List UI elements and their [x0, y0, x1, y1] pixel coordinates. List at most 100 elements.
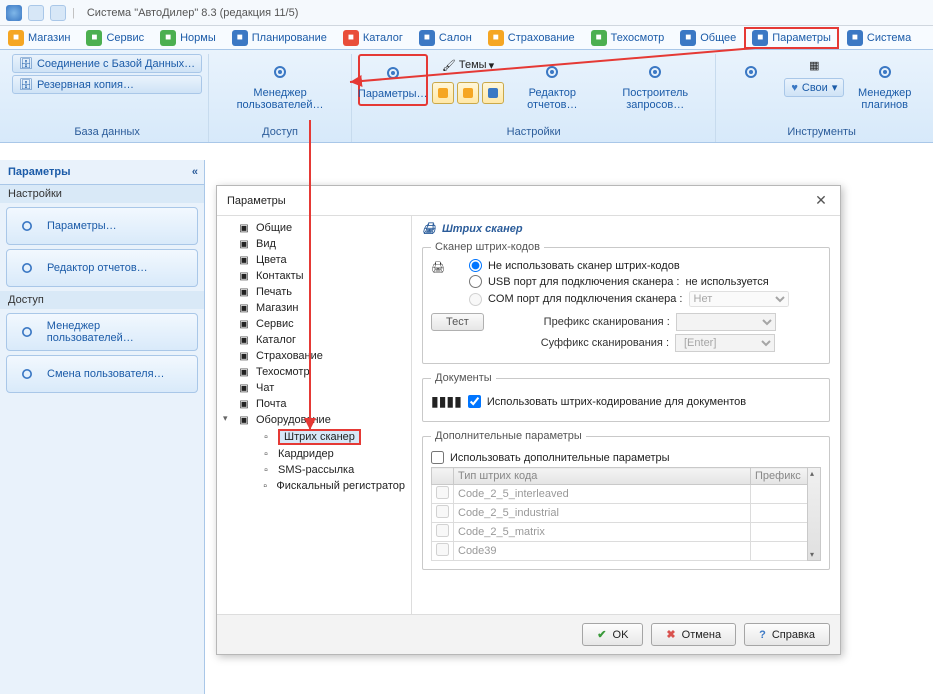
ribbon-group-label: Инструменты: [787, 124, 856, 142]
app-title: Система "АвтоДилер" 8.3 (редакция 11/5): [87, 7, 299, 19]
gear-icon: [15, 256, 39, 280]
qat-icon-2[interactable]: [50, 5, 66, 21]
close-icon[interactable]: ✕: [812, 192, 830, 209]
tree-item[interactable]: ▫SMS-рассылка: [219, 462, 409, 478]
table-row: Code_2_5_industrial: [432, 504, 821, 523]
row-checkbox[interactable]: [436, 543, 449, 556]
qat-icon-1[interactable]: [28, 5, 44, 21]
chevron-down-icon: ▾: [489, 59, 495, 72]
tree-item[interactable]: ▣Вид: [219, 236, 409, 252]
ribbon-smallbtn[interactable]: 🗄Соединение с Базой Данных…: [12, 54, 202, 73]
tab-планирование[interactable]: ■Планирование: [224, 27, 335, 49]
ribbon-btn[interactable]: Параметры…: [358, 54, 428, 106]
tab-icon: ■: [488, 30, 504, 46]
tree-icon: ▣: [237, 365, 251, 379]
tab-label: Техосмотр: [611, 32, 665, 44]
ribbon-btn[interactable]: Менеджер плагинов: [848, 54, 921, 116]
scanner-radio[interactable]: [469, 293, 482, 306]
tree-item[interactable]: ▫Фискальный регистратор: [219, 478, 409, 494]
gear-icon: [15, 214, 39, 238]
calc-icon[interactable]: ▦: [784, 54, 844, 76]
tree-icon: ▣: [237, 237, 251, 251]
tab-label: Каталог: [363, 32, 403, 44]
tree-item[interactable]: ▣Печать: [219, 284, 409, 300]
tab-страхование[interactable]: ■Страхование: [480, 27, 583, 49]
tree-icon: ▫: [259, 447, 273, 461]
tab-салон[interactable]: ■Салон: [411, 27, 480, 49]
tree-item[interactable]: ▣Контакты: [219, 268, 409, 284]
col-type: Тип штрих кода: [454, 468, 751, 485]
cancel-button[interactable]: ✖Отмена: [651, 623, 736, 646]
tab-параметры[interactable]: ■ Параметры: [744, 27, 839, 49]
tree-item[interactable]: ▫Штрих сканер: [219, 428, 409, 446]
tree-item[interactable]: ▣Общие: [219, 220, 409, 236]
documents-fieldset: Документы ▮▮▮▮ Использовать штрих-кодиро…: [422, 372, 830, 422]
scanner-radio[interactable]: [469, 259, 482, 272]
tree-icon: ▣: [237, 413, 251, 427]
theme-swatch[interactable]: [482, 82, 504, 104]
theme-swatch[interactable]: [457, 82, 479, 104]
brush-icon: 🖌: [441, 57, 457, 73]
tree-item[interactable]: ▣Страхование: [219, 348, 409, 364]
ribbon-btn[interactable]: Построитель запросов…: [601, 54, 709, 116]
tab-icon: ■: [86, 30, 102, 46]
tree-item[interactable]: ▣Сервис: [219, 316, 409, 332]
prefix-select[interactable]: [676, 313, 776, 331]
row-checkbox[interactable]: [436, 505, 449, 518]
tab-каталог[interactable]: ■ Каталог: [335, 27, 411, 49]
tree-item[interactable]: ▣Почта: [219, 396, 409, 412]
tree-item[interactable]: ▫Кардридер: [219, 446, 409, 462]
ribbon-smallbtn[interactable]: 🗄Резервная копия…: [12, 75, 202, 94]
tree-item[interactable]: ▣Оборудование: [219, 412, 409, 428]
tab-strip: ■Магазин■Сервис■Нормы■Планирование ■ Катал…: [0, 26, 933, 50]
left-panel: Параметры « НастройкиПараметры…Редактор …: [0, 160, 205, 694]
tree-item[interactable]: ▣Чат: [219, 380, 409, 396]
gear-icon: [738, 59, 764, 85]
table-scrollbar[interactable]: [807, 467, 821, 561]
com-port-select[interactable]: Нет: [689, 291, 789, 307]
leftpane-button[interactable]: Параметры…: [6, 207, 198, 245]
chevron-down-icon: ▾: [832, 81, 838, 94]
suffix-select[interactable]: [Enter]: [675, 334, 775, 352]
tab-магазин[interactable]: ■Магазин: [0, 27, 78, 49]
tree-item[interactable]: ▣Техосмотр: [219, 364, 409, 380]
theme-swatch[interactable]: [432, 82, 454, 104]
ribbon-btn[interactable]: Редактор отчетов…: [508, 54, 598, 116]
ribbon-btn[interactable]: [722, 54, 780, 92]
app-icon: [6, 5, 22, 21]
tab-label: Общее: [700, 32, 736, 44]
leftpane-button[interactable]: Редактор отчетов…: [6, 249, 198, 287]
tab-нормы[interactable]: ■Нормы: [152, 27, 224, 49]
help-button[interactable]: ?Справка: [744, 623, 830, 646]
tab-icon: ■: [343, 30, 359, 46]
row-checkbox[interactable]: [436, 524, 449, 537]
tab-техосмотр[interactable]: ■Техосмотр: [583, 27, 673, 49]
leftpane-button[interactable]: Смена пользователя…: [6, 355, 198, 393]
svoi-dropdown[interactable]: ♥Свои▾: [784, 78, 844, 97]
tree-item[interactable]: ▣Цвета: [219, 252, 409, 268]
extra-checkbox[interactable]: [431, 451, 444, 464]
tab-система[interactable]: ■Система: [839, 27, 919, 49]
documents-checkbox[interactable]: [468, 395, 481, 408]
scanner-fieldset: Сканер штрих-кодов 🖨 Не использовать ска…: [422, 241, 830, 364]
gear-icon: [267, 59, 293, 85]
tab-сервис[interactable]: ■Сервис: [78, 27, 152, 49]
tab-label: Параметры: [772, 32, 831, 44]
ok-button[interactable]: ✔OK: [582, 623, 643, 646]
tab-icon: ■: [752, 30, 768, 46]
suffix-label: Суффикс сканирования :: [489, 337, 669, 349]
scanner-legend: Сканер штрих-кодов: [431, 241, 544, 253]
ribbon-btn[interactable]: Менеджер пользователей…: [215, 54, 345, 116]
leftpane-button[interactable]: Менеджер пользователей…: [6, 313, 198, 351]
collapse-icon[interactable]: «: [192, 166, 196, 178]
tree-icon: ▣: [237, 301, 251, 315]
tab-общее[interactable]: ■Общее: [672, 27, 744, 49]
themes-dropdown[interactable]: 🖌Темы▾: [432, 54, 504, 76]
tree-item[interactable]: ▣Каталог: [219, 332, 409, 348]
row-checkbox[interactable]: [436, 486, 449, 499]
test-button[interactable]: Тест: [431, 313, 484, 331]
gear-icon: [872, 59, 898, 85]
tree-icon: ▣: [237, 317, 251, 331]
tree-item[interactable]: ▣Магазин: [219, 300, 409, 316]
scanner-radio[interactable]: [469, 275, 482, 288]
